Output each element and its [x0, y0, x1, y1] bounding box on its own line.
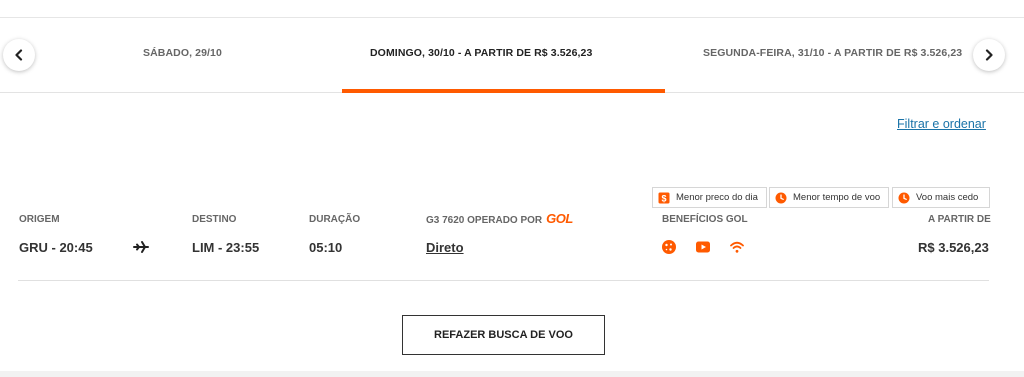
footer-shade [0, 371, 1024, 377]
tag-lowest-price: $ Menor preco do dia [652, 187, 767, 208]
airplane-icon [133, 241, 149, 253]
redo-search-button[interactable]: REFAZER BUSCA DE VOO [402, 315, 605, 355]
direct-flight-link[interactable]: Direto [426, 240, 464, 255]
flight-operator-text: G3 7620 OPERADO POR [426, 215, 543, 226]
dollar-icon: $ [658, 192, 670, 204]
tag-label: Voo mais cedo [916, 192, 979, 203]
chevron-right-icon [985, 49, 993, 61]
wifi-icon [730, 241, 744, 253]
origin-value: GRU - 20:45 [19, 240, 93, 255]
next-date-button[interactable] [973, 39, 1005, 71]
prev-date-button[interactable] [3, 39, 35, 71]
date-selector: SÁBADO, 29/10 DOMINGO, 30/10 - A PARTIR … [0, 18, 1024, 93]
duration-value: 05:10 [309, 240, 343, 255]
date-tab-monday[interactable]: SEGUNDA-FEIRA, 31/10 - A PARTIR DE R$ 3.… [703, 47, 962, 59]
tag-label: Menor preco do dia [676, 192, 758, 203]
origin-label: ORIGEM [19, 214, 60, 225]
destination-label: DESTINO [192, 214, 237, 225]
snack-icon [662, 240, 676, 254]
price-label: A PARTIR DE [928, 214, 991, 225]
operator-label: G3 7620 OPERADO POR GOL [426, 211, 573, 226]
duration-label: DURAÇÃO [309, 214, 361, 225]
destination-value: LIM - 23:55 [192, 240, 260, 255]
tag-label: Menor tempo de voo [793, 192, 881, 203]
clock-icon [775, 192, 787, 204]
active-tab-indicator [342, 89, 665, 93]
date-tab-sunday[interactable]: DOMINGO, 30/10 - A PARTIR DE R$ 3.526,23 [370, 47, 592, 59]
entertainment-icon [696, 241, 710, 253]
date-tab-saturday[interactable]: SÁBADO, 29/10 [143, 47, 222, 59]
filter-and-sort-link[interactable]: Filtrar e ordenar [897, 117, 986, 131]
tag-shortest-flight: Menor tempo de voo [769, 187, 889, 208]
tag-earliest-flight: Voo mais cedo [892, 187, 990, 208]
benefits-label: BENEFÍCIOS GOL [662, 214, 748, 225]
row-divider [18, 280, 989, 281]
svg-text:$: $ [661, 193, 666, 203]
gol-logo: GOL [546, 211, 573, 226]
clock-icon [898, 192, 910, 204]
chevron-left-icon [15, 49, 23, 61]
price-value: R$ 3.526,23 [918, 240, 989, 255]
